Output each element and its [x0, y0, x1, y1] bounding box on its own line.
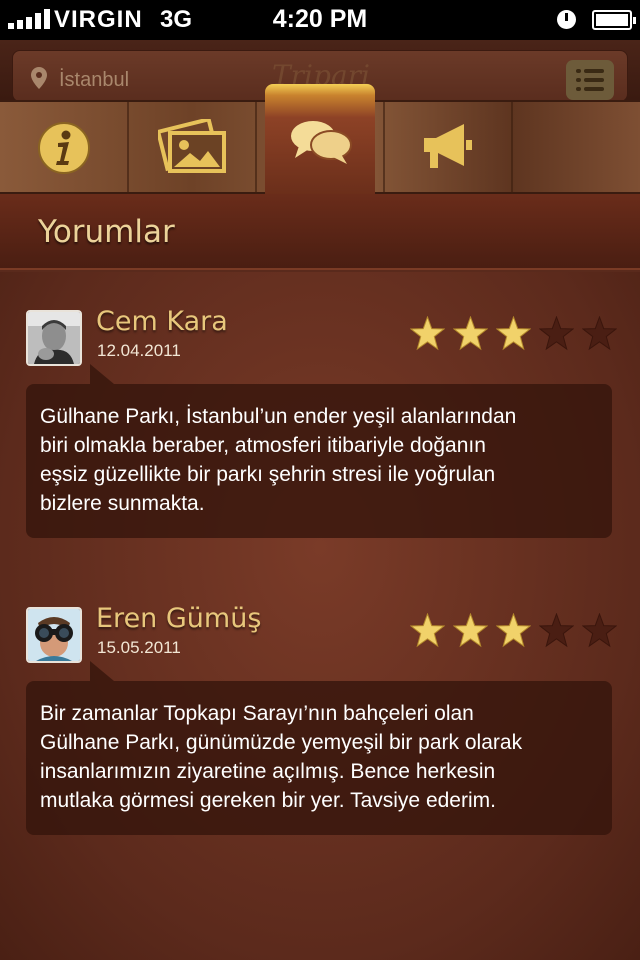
- tab-announcements[interactable]: [384, 102, 510, 194]
- section-header: Yorumlar: [0, 194, 640, 270]
- star-rating: [410, 316, 617, 351]
- star-empty-icon: [539, 613, 574, 648]
- star-filled-icon: [410, 316, 445, 351]
- star-filled-icon: [410, 613, 445, 648]
- star-rating: [410, 613, 617, 648]
- review-text: Gülhane Parkı, İstanbul’un ender yeşil a…: [26, 364, 612, 538]
- alarm-clock-icon: [557, 10, 576, 29]
- tab-bar: [0, 84, 640, 196]
- avatar[interactable]: [26, 310, 82, 366]
- gallery-icon: [158, 119, 226, 173]
- review-date: 12.04.2011: [97, 341, 181, 360]
- star-filled-icon: [453, 613, 488, 648]
- megaphone-icon: [424, 124, 472, 168]
- star-filled-icon: [453, 316, 488, 351]
- menu-button[interactable]: [566, 60, 614, 100]
- tab-gallery[interactable]: [128, 102, 254, 194]
- star-filled-icon: [496, 316, 531, 351]
- reviewer-name: Cem Kara: [96, 306, 228, 337]
- tab-info[interactable]: [0, 102, 126, 194]
- star-empty-icon: [539, 316, 574, 351]
- star-filled-icon: [496, 613, 531, 648]
- status-bar: VIRGIN 3G 4:20 PM: [0, 0, 640, 40]
- review-date: 15.05.2011: [97, 638, 181, 657]
- section-title: Yorumlar: [38, 214, 175, 250]
- comments-icon: [291, 121, 352, 164]
- star-empty-icon: [582, 613, 617, 648]
- battery-icon: [592, 10, 636, 30]
- tab-comments[interactable]: [265, 84, 375, 196]
- review-text: Bir zamanlar Topkapı Sarayı’nın bahçeler…: [26, 661, 612, 835]
- avatar[interactable]: [26, 607, 82, 663]
- star-empty-icon: [582, 316, 617, 351]
- info-icon: [38, 122, 90, 174]
- status-time: 4:20 PM: [272, 5, 368, 33]
- reviewer-name: Eren Gümüş: [96, 603, 262, 634]
- reviews-list: Cem Kara 12.04.2011 Gülhane Parkı, İstan…: [0, 272, 640, 960]
